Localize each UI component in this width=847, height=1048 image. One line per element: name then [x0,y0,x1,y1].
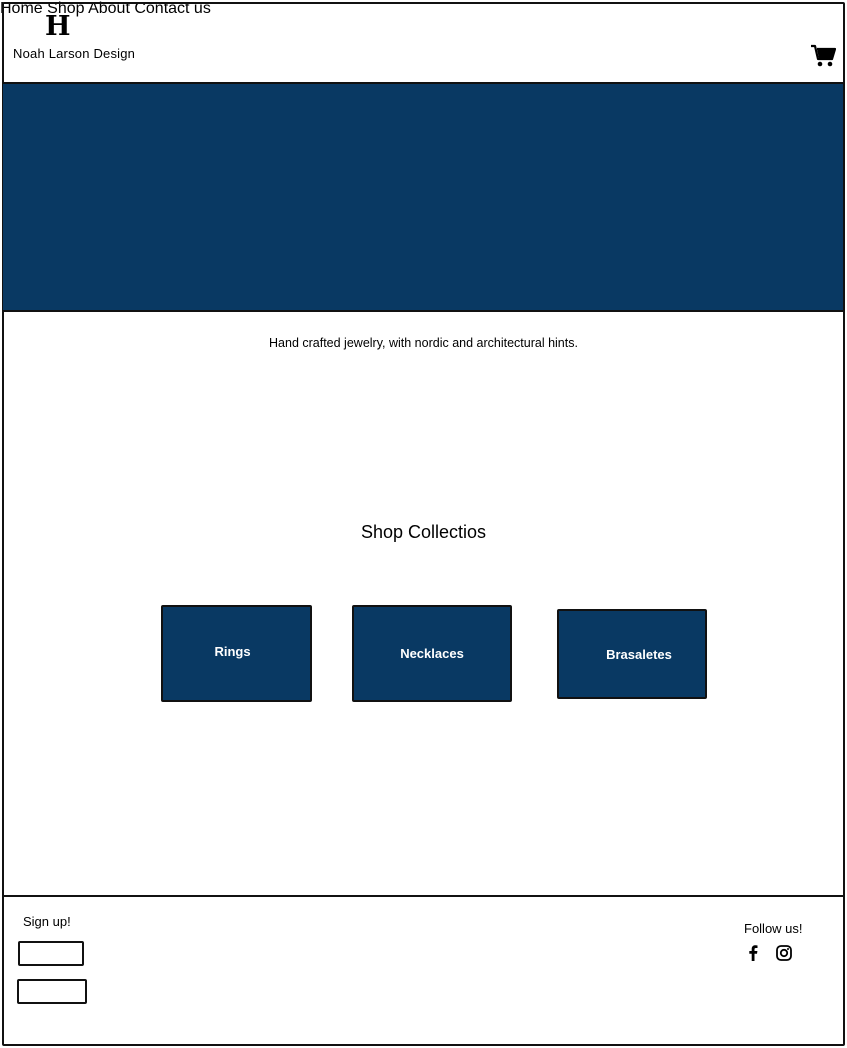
collection-tile-rings[interactable]: Rings [161,605,312,702]
shopping-cart-icon[interactable] [810,44,837,68]
collection-tile-brasaletes[interactable]: Brasaletes [557,609,707,699]
logo-mark[interactable]: H [45,10,71,44]
footer-divider [3,895,843,897]
collections-title: Shop Collectios [360,522,487,542]
facebook-icon[interactable] [744,944,762,962]
instagram-icon[interactable] [775,944,793,962]
follow-us-label: Follow us! [744,921,803,936]
collection-tile-label: Rings [214,644,251,659]
signup-email-field[interactable] [17,979,87,1004]
collection-tile-necklaces[interactable]: Necklaces [352,605,512,702]
tagline: Hand crafted jewelry, with nordic and ar… [269,336,578,350]
signup-name-field[interactable] [18,941,84,966]
collection-tile-label: Brasaletes [606,646,672,662]
brand-name[interactable]: Noah Larson Design [13,46,135,61]
collection-tile-label: Necklaces [400,646,464,661]
hero-banner [3,84,843,312]
signup-label: Sign up! [23,914,71,929]
